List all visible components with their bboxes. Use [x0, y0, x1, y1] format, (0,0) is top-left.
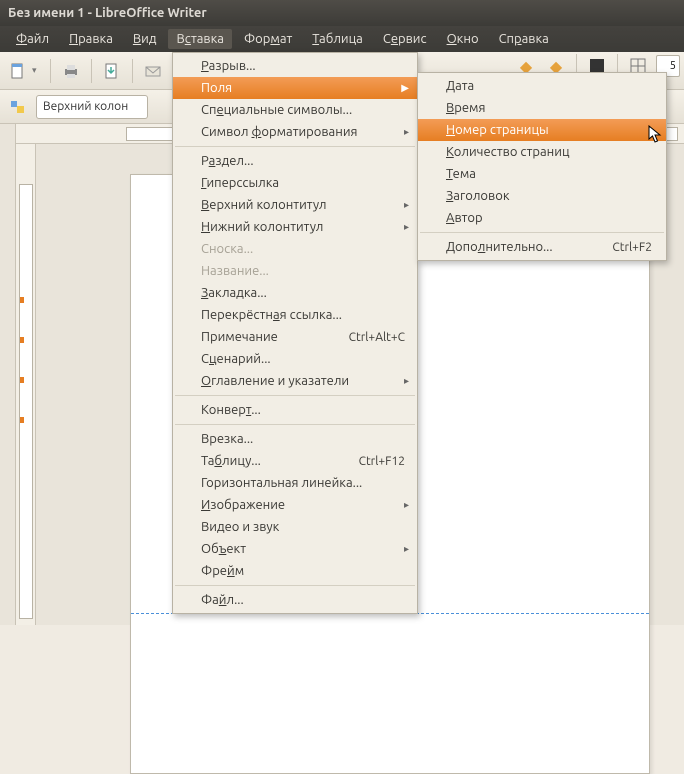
menu-item-footer[interactable]: Нижний колонтитул▸	[173, 216, 417, 238]
shortcut-label: Ctrl+F2	[612, 241, 652, 254]
paragraph-style-value: Верхний колон	[43, 100, 128, 113]
menu-separator	[175, 585, 415, 586]
insert-menu-dropdown: Разрыв... Поля▶ Специальные символы... С…	[172, 52, 418, 614]
submenu-item-author[interactable]: Автор	[418, 207, 666, 229]
right-spinner-value: 5	[670, 60, 676, 72]
submenu-item-time[interactable]: Время	[418, 97, 666, 119]
menu-separator	[175, 146, 415, 147]
menu-insert[interactable]: Вставка	[168, 29, 231, 49]
menubar: Файл Правка Вид Вставка Формат Таблица С…	[0, 26, 684, 52]
new-dropdown-icon[interactable]: ▾	[32, 65, 42, 76]
menu-item-script[interactable]: Сценарий...	[173, 348, 417, 370]
mail-icon[interactable]	[141, 59, 165, 83]
submenu-arrow-icon: ▸	[404, 126, 409, 138]
export-pdf-icon[interactable]	[100, 59, 124, 83]
menu-item-file[interactable]: Файл...	[173, 589, 417, 611]
menu-separator	[175, 424, 415, 425]
fields-submenu: Дата Время Номер страницы Количество стр…	[417, 72, 667, 261]
menu-item-section[interactable]: Раздел...	[173, 150, 417, 172]
menu-separator	[175, 395, 415, 396]
shortcut-label: Ctrl+F12	[359, 455, 405, 468]
menu-item-table[interactable]: Таблицу...Ctrl+F12	[173, 450, 417, 472]
separator	[91, 59, 92, 83]
shortcut-label: Ctrl+Alt+C	[349, 331, 405, 344]
menu-item-hyperlink[interactable]: Гиперссылка	[173, 172, 417, 194]
menu-item-hrule[interactable]: Горизонтальная линейка...	[173, 472, 417, 494]
menu-item-crossref[interactable]: Перекрёстная ссылка...	[173, 304, 417, 326]
menu-edit[interactable]: Правка	[61, 29, 121, 49]
menu-item-envelope[interactable]: Конверт...	[173, 399, 417, 421]
menu-window[interactable]: Окно	[439, 29, 487, 49]
menu-item-header[interactable]: Верхний колонтитул▸	[173, 194, 417, 216]
menu-file[interactable]: Файл	[8, 29, 57, 49]
menu-item-caption: Название...	[173, 260, 417, 282]
menu-item-break[interactable]: Разрыв...	[173, 55, 417, 77]
menu-item-indexes[interactable]: Оглавление и указатели▸	[173, 370, 417, 392]
styles-icon[interactable]	[6, 95, 30, 119]
menu-item-fields[interactable]: Поля▶	[173, 77, 417, 99]
menu-item-comment[interactable]: ПримечаниеCtrl+Alt+C	[173, 326, 417, 348]
submenu-item-page-count[interactable]: Количество страниц	[418, 141, 666, 163]
menu-item-image[interactable]: Изображение▸	[173, 494, 417, 516]
submenu-item-page-number[interactable]: Номер страницы	[418, 119, 666, 141]
submenu-item-subject[interactable]: Тема	[418, 163, 666, 185]
menu-format[interactable]: Формат	[236, 29, 300, 49]
submenu-arrow-icon: ▸	[404, 499, 409, 511]
separator	[132, 59, 133, 83]
menu-tools[interactable]: Сервис	[375, 29, 435, 49]
menu-item-frame[interactable]: Врезка...	[173, 428, 417, 450]
window-title: Без имени 1 - LibreOffice Writer	[8, 6, 207, 20]
left-sidebar	[0, 124, 16, 625]
ruler-vertical[interactable]	[16, 144, 36, 625]
submenu-item-date[interactable]: Дата	[418, 75, 666, 97]
menu-item-special-chars[interactable]: Специальные символы...	[173, 99, 417, 121]
menu-item-formatting-mark[interactable]: Символ форматирования▸	[173, 121, 417, 143]
menu-view[interactable]: Вид	[125, 29, 165, 49]
paragraph-style-combo[interactable]: Верхний колон	[36, 95, 148, 119]
submenu-arrow-icon: ▸	[404, 199, 409, 211]
separator	[50, 59, 51, 83]
menu-help[interactable]: Справка	[491, 29, 557, 49]
submenu-arrow-icon: ▸	[404, 221, 409, 233]
new-document-icon[interactable]	[6, 59, 30, 83]
menu-item-floating-frame[interactable]: Фрейм	[173, 560, 417, 582]
menu-item-footnote: Сноска...	[173, 238, 417, 260]
submenu-arrow-icon: ▸	[404, 375, 409, 387]
menu-separator	[420, 232, 664, 233]
menu-table[interactable]: Таблица	[304, 29, 371, 49]
titlebar: Без имени 1 - LibreOffice Writer	[0, 0, 684, 26]
submenu-arrow-icon: ▸	[404, 543, 409, 555]
submenu-item-other[interactable]: Дополнительно...Ctrl+F2	[418, 236, 666, 258]
menu-item-media[interactable]: Видео и звук	[173, 516, 417, 538]
print-icon[interactable]	[59, 59, 83, 83]
menu-item-object[interactable]: Объект▸	[173, 538, 417, 560]
menu-item-bookmark[interactable]: Закладка...	[173, 282, 417, 304]
submenu-item-title[interactable]: Заголовок	[418, 185, 666, 207]
submenu-arrow-icon: ▶	[401, 82, 409, 94]
